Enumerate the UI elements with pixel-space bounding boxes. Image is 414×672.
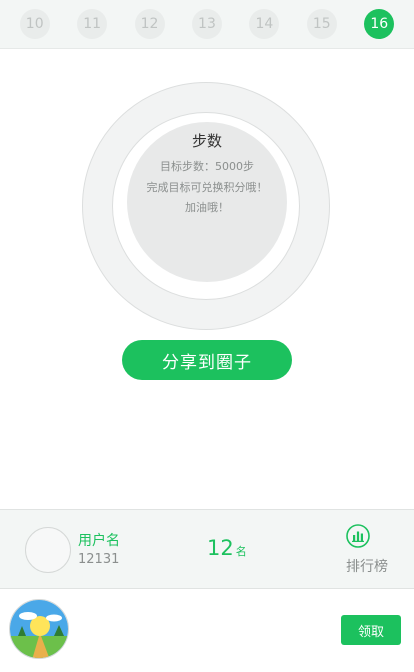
username: 用户名 bbox=[78, 533, 120, 549]
claim-button[interactable]: 领取 bbox=[341, 615, 401, 645]
steps-hint: 完成目标可兑换积分哦！ bbox=[146, 181, 268, 194]
avatar[interactable] bbox=[25, 527, 71, 573]
reward-image bbox=[9, 599, 69, 659]
user-id: 12131 bbox=[78, 552, 120, 567]
steps-goal: 目标步数：5000步 bbox=[160, 160, 254, 173]
steps-encourage: 加油哦！ bbox=[185, 201, 229, 214]
day-11[interactable]: 11 bbox=[77, 9, 108, 39]
rank-unit: 名 bbox=[235, 545, 247, 558]
steps-title: 步数 bbox=[191, 132, 222, 150]
day-10[interactable]: 10 bbox=[19, 9, 50, 39]
share-to-circle-button[interactable]: 分享到圈子 bbox=[122, 340, 292, 380]
day-13[interactable]: 13 bbox=[191, 9, 222, 39]
bar-chart-icon[interactable] bbox=[346, 524, 370, 548]
user-rank-bar: 用户名 12131 12 名 排行榜 bbox=[0, 509, 414, 589]
rank-number: 12 bbox=[207, 536, 234, 560]
leaderboard-label[interactable]: 排行榜 bbox=[346, 556, 388, 576]
date-strip: 10 11 12 13 14 15 16 bbox=[0, 0, 414, 49]
day-12[interactable]: 12 bbox=[134, 9, 165, 39]
day-15[interactable]: 15 bbox=[306, 9, 337, 39]
day-14[interactable]: 14 bbox=[249, 9, 280, 39]
rank-display: 12 名 bbox=[207, 536, 247, 560]
day-16-selected[interactable]: 16 bbox=[364, 9, 395, 39]
